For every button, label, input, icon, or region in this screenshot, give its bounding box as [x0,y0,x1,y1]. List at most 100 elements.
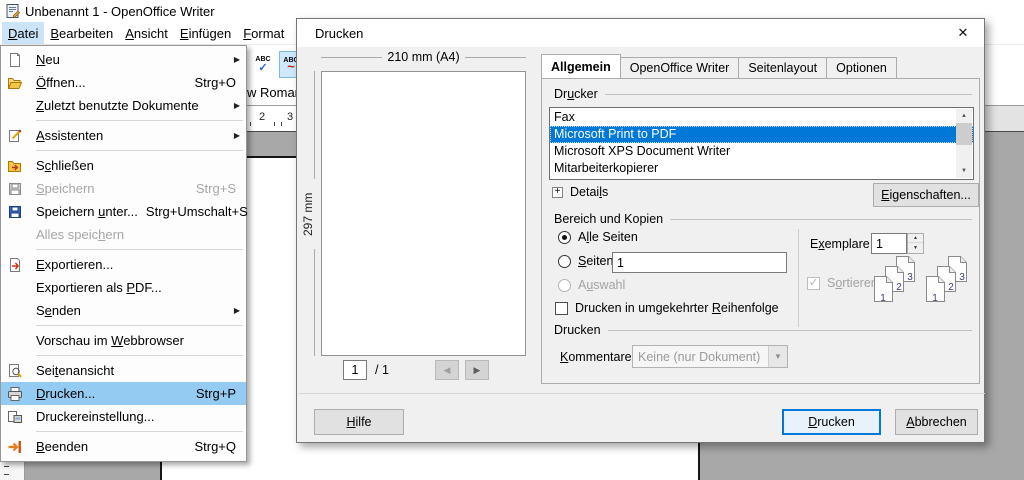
preview-page-total: / 1 [375,363,389,377]
tab-allgemein[interactable]: Allgemein [541,54,621,78]
cancel-button[interactable]: Abbrechen [895,409,978,435]
properties-button[interactable]: Eigenschaften... [873,183,979,207]
print-button[interactable]: Drucken [782,409,881,435]
menu-item-druckereinstellung[interactable]: Druckereinstellung... [1,405,246,428]
save-as-icon [7,204,25,220]
menu-item-icon-empty [7,303,25,319]
app-icon [5,3,21,19]
menu-item-icon-empty [7,280,25,296]
spellcheck-button[interactable]: ABC ✓ [250,51,276,78]
printer-settings-icon [7,409,25,425]
ruler-tick [4,466,9,467]
menubar-item-format[interactable]: Format [237,22,290,44]
menubar-item-einfügen[interactable]: Einfügen [174,22,237,44]
scrollbar[interactable]: ▲ ▼ [956,109,972,178]
print-preview-area [321,71,526,356]
menu-item-speichern-unter[interactable]: Speichern unter...Strg+Umschalt+S [1,200,246,223]
tab-optionen[interactable]: Optionen [826,57,897,78]
help-button[interactable]: Hilfe [314,409,404,435]
scroll-down-icon[interactable]: ▼ [956,164,972,178]
reverse-order-checkbox[interactable]: Drucken in umgekehrter Reihenfolge [555,301,779,315]
previous-page-button[interactable]: ◀ [435,360,459,380]
menu-item-öffnen[interactable]: Öffnen...Strg+O [1,71,246,94]
menu-item-icon-empty [7,333,25,349]
checkbox-label: Sortieren [827,276,878,290]
scroll-up-icon[interactable]: ▲ [956,109,972,123]
tab-openoffice-writer[interactable]: OpenOffice Writer [620,57,740,78]
menu-item-shortcut: Strg+P [196,386,236,401]
copies-input[interactable]: 1 [871,233,907,254]
window-title: Unbenannt 1 - OpenOffice Writer [25,4,215,19]
menu-item-label: Beenden [36,439,186,454]
menu-item-shortcut: Strg+S [196,181,236,196]
pages-input[interactable]: 1 [612,252,787,273]
menu-item-schließen[interactable]: Schließen [1,154,246,177]
radio-selection[interactable]: Auswahl [558,278,625,292]
menu-item-drucken[interactable]: Drucken... Strg+P [1,382,246,405]
next-page-button[interactable]: ▶ [465,360,489,380]
printer-item-fax[interactable]: Fax [550,109,973,126]
dialog-title: Drucken [315,26,363,41]
radio-icon[interactable] [558,255,571,268]
menu-item-label: Exportieren... [36,257,240,272]
printer-item-microsoft-xps-document-writer[interactable]: Microsoft XPS Document Writer [550,143,973,160]
comments-value: Keine (nur Dokument) [633,350,768,364]
group-label: Drucker [554,87,598,101]
printer-group-caption: Drucker [554,87,972,101]
menu-item-neu[interactable]: Neu▶ [1,48,246,71]
menu-item-beenden[interactable]: BeendenStrg+Q [1,435,246,458]
radio-pages[interactable]: Seiten [558,254,613,268]
preview-page-number-input[interactable]: 1 [343,360,367,380]
menu-item-label: Seitenansicht [36,363,240,378]
radio-all-pages[interactable]: Alle Seiten [558,230,638,244]
menu-item-seitenansicht[interactable]: Seitenansicht [1,359,246,382]
printer-item-mitarbeiterkopierer[interactable]: Mitarbeiterkopierer [550,160,973,177]
printer-item-microsoft-print-to-pdf[interactable]: Microsoft Print to PDF [550,126,973,143]
menu-item-label: Speichern [36,181,188,196]
submenu-arrow-icon: ▶ [230,101,240,110]
close-icon[interactable]: ✕ [948,23,978,43]
checkbox-icon[interactable] [555,302,568,315]
menu-item-label: Vorschau im Webbrowser [36,333,240,348]
chevron-down-icon: ▼ [768,346,787,367]
group-line [608,330,972,331]
svg-text:3: 3 [959,272,965,283]
details-expander[interactable]: + Details [552,185,608,199]
menu-item-senden[interactable]: Senden▶ [1,299,246,322]
spin-up-icon[interactable]: ▲ [908,234,923,243]
font-name-box[interactable]: w Roman [247,85,302,100]
menu-separator [36,120,243,121]
submenu-arrow-icon: ▶ [230,306,240,315]
exit-icon [7,439,25,455]
save-icon [7,181,25,197]
radio-icon[interactable] [558,231,571,244]
menu-item-exportieren[interactable]: Exportieren... [1,253,246,276]
close-document-icon [7,158,25,174]
scrollbar-thumb[interactable] [956,123,972,145]
menu-item-alles-speichern[interactable]: Alles speichern [1,223,246,246]
ruler-tick [274,122,275,126]
menu-item-zuletzt-benutzte-dokumente[interactable]: Zuletzt benutzte Dokumente▶ [1,94,246,117]
checkbox-icon: ✓ [807,277,820,290]
printer-icon [7,386,25,402]
menu-separator [36,249,243,250]
menu-item-speichern[interactable]: Speichern Strg+S [1,177,246,200]
menubar-item-bearbeiten[interactable]: Bearbeiten [44,22,119,44]
dialog-title-bar: Drucken ✕ [297,19,984,47]
menu-item-vorschau-im-webbrowser[interactable]: Vorschau im Webbrowser [1,329,246,352]
menubar-item-datei[interactable]: Datei [2,22,44,44]
menu-item-label: Drucken... [36,386,188,401]
tab-page-allgemein: Drucker FaxMicrosoft Print to PDFMicroso… [541,78,980,384]
menubar-item-ansicht[interactable]: Ansicht [119,22,174,44]
menu-item-assistenten[interactable]: Assistenten▶ [1,124,246,147]
dimension-line [321,57,382,58]
expand-icon[interactable]: + [552,187,563,198]
menu-separator [36,355,243,356]
svg-text:1: 1 [932,293,938,304]
spin-down-icon[interactable]: ▼ [908,243,923,252]
tab-seitenlayout[interactable]: Seitenlayout [738,57,827,78]
menu-item-label: Alles speichern [36,227,240,242]
svg-text:2: 2 [896,282,902,293]
menu-item-exportieren-als-pdf[interactable]: Exportieren als PDF... [1,276,246,299]
dimension-line [314,249,315,356]
